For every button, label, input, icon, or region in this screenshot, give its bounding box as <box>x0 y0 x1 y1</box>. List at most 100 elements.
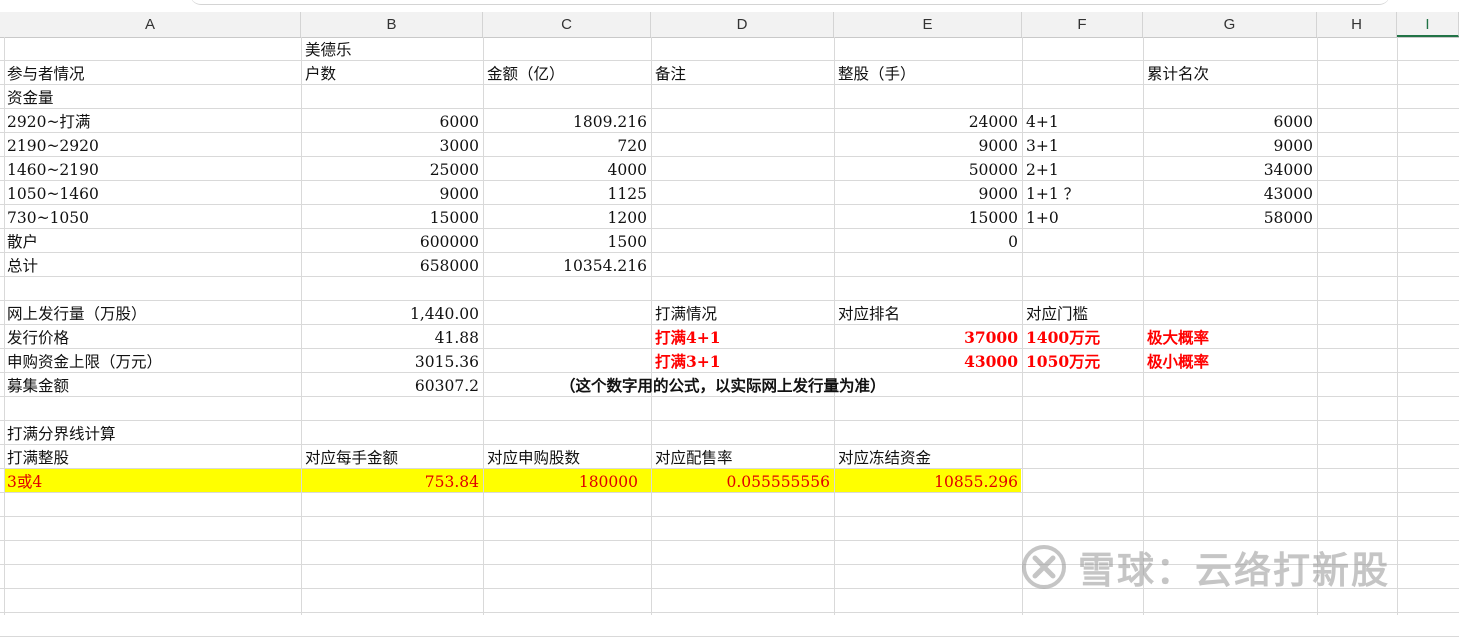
row-divider <box>0 276 1459 277</box>
cell-a19[interactable]: 3或4 <box>7 469 42 493</box>
cell-g6[interactable]: 34000 <box>1143 157 1313 181</box>
xueqiu-logo-icon <box>1022 545 1066 589</box>
cell-a3[interactable]: 资金量 <box>7 85 54 109</box>
cell-a13[interactable]: 发行价格 <box>7 325 69 349</box>
row-divider <box>0 252 1459 253</box>
cell-d12[interactable]: 打满情况 <box>655 301 717 325</box>
cell-c10[interactable]: 10354.216 <box>483 253 647 277</box>
cell-d19[interactable]: 0.055555556 <box>651 469 830 493</box>
cell-e6[interactable]: 50000 <box>834 157 1018 181</box>
cell-e4[interactable]: 24000 <box>834 109 1018 133</box>
cell-b12[interactable]: 1,440.00 <box>301 301 479 325</box>
cell-c4[interactable]: 1809.216 <box>483 109 647 133</box>
cell-c5[interactable]: 720 <box>483 133 647 157</box>
cell-c6[interactable]: 4000 <box>483 157 647 181</box>
cell-e18[interactable]: 对应冻结资金 <box>838 445 931 469</box>
row-divider <box>0 324 1459 325</box>
cell-g2[interactable]: 累计名次 <box>1147 61 1209 85</box>
cell-a10[interactable]: 总计 <box>7 253 38 277</box>
cell-b19[interactable]: 753.84 <box>301 469 479 493</box>
cell-b5[interactable]: 3000 <box>301 133 479 157</box>
cell-f8[interactable]: 1+0 <box>1026 205 1059 229</box>
cell-e9[interactable]: 0 <box>834 229 1018 253</box>
cell-a18[interactable]: 打满整股 <box>7 445 69 469</box>
cell-a8[interactable]: 730~1050 <box>7 205 89 229</box>
cell-b8[interactable]: 15000 <box>301 205 479 229</box>
top-edge <box>0 0 1459 5</box>
cell-e13[interactable]: 37000 <box>834 325 1018 349</box>
spreadsheet-grid[interactable]: 美德乐 参与者情况 户数 金额（亿） 备注 整股（手） 累计名次 资金量 292… <box>0 37 1459 637</box>
cell-e14[interactable]: 43000 <box>834 349 1018 373</box>
row-divider <box>0 300 1459 301</box>
cell-b15[interactable]: 60307.2 <box>301 373 479 397</box>
cell-b7[interactable]: 9000 <box>301 181 479 205</box>
cell-a6[interactable]: 1460~2190 <box>7 157 99 181</box>
cell-e2[interactable]: 整股（手） <box>838 61 916 85</box>
row-divider <box>0 420 1459 421</box>
cell-e7[interactable]: 9000 <box>834 181 1018 205</box>
cell-b14[interactable]: 3015.36 <box>301 349 479 373</box>
cell-d13[interactable]: 打满4+1 <box>655 325 721 349</box>
col-header-d[interactable]: D <box>651 12 834 37</box>
cell-b4[interactable]: 6000 <box>301 109 479 133</box>
col-header-g[interactable]: G <box>1143 12 1317 37</box>
cell-g8[interactable]: 58000 <box>1143 205 1313 229</box>
cell-a12[interactable]: 网上发行量（万股） <box>7 301 147 325</box>
cell-c19[interactable]: 180000 <box>483 469 638 493</box>
watermark: 雪球：云络打新股 <box>1020 542 1390 592</box>
cell-f6[interactable]: 2+1 <box>1026 157 1059 181</box>
cell-c18[interactable]: 对应申购股数 <box>487 445 580 469</box>
cell-f7[interactable]: 1+1 ？ <box>1026 181 1079 205</box>
cell-b9[interactable]: 600000 <box>301 229 479 253</box>
cell-a4[interactable]: 2920~打满 <box>7 109 90 133</box>
cell-a9[interactable]: 散户 <box>7 229 38 253</box>
cell-b18[interactable]: 对应每手金额 <box>305 445 398 469</box>
cell-b1[interactable]: 美德乐 <box>305 37 352 61</box>
cell-b2[interactable]: 户数 <box>305 61 336 85</box>
col-header-b[interactable]: B <box>301 12 483 37</box>
cell-a15[interactable]: 募集金额 <box>7 373 69 397</box>
col-header-a[interactable]: A <box>0 12 301 37</box>
col-header-c[interactable]: C <box>483 12 651 37</box>
cell-g7[interactable]: 43000 <box>1143 181 1313 205</box>
cell-a17[interactable]: 打满分界线计算 <box>7 421 116 445</box>
col-header-i[interactable]: I <box>1397 12 1459 37</box>
row-divider <box>0 348 1459 349</box>
cell-c9[interactable]: 1500 <box>483 229 647 253</box>
cell-e19[interactable]: 10855.296 <box>834 469 1018 493</box>
cell-e12[interactable]: 对应排名 <box>838 301 900 325</box>
cell-g4[interactable]: 6000 <box>1143 109 1313 133</box>
col-header-h[interactable]: H <box>1317 12 1397 37</box>
cell-f13[interactable]: 1400万元 <box>1026 325 1100 349</box>
column-header-bar: A B C D E F G H I <box>0 12 1459 38</box>
cell-b10[interactable]: 658000 <box>301 253 479 277</box>
watermark-text: 雪球：云络打新股 <box>1078 549 1390 592</box>
cell-e5[interactable]: 9000 <box>834 133 1018 157</box>
cell-b13[interactable]: 41.88 <box>301 325 479 349</box>
cell-c7[interactable]: 1125 <box>483 181 647 205</box>
row-divider <box>0 60 1459 61</box>
cell-a2[interactable]: 参与者情况 <box>7 61 85 85</box>
col-header-e[interactable]: E <box>834 12 1022 37</box>
cell-f12[interactable]: 对应门槛 <box>1026 301 1088 325</box>
row-divider <box>0 612 1459 613</box>
cell-f14[interactable]: 1050万元 <box>1026 349 1100 373</box>
cell-f5[interactable]: 3+1 <box>1026 133 1059 157</box>
cell-e8[interactable]: 15000 <box>834 205 1018 229</box>
cell-note[interactable]: （这个数字用的公式，以实际网上发行量为准） <box>560 373 886 397</box>
cell-d18[interactable]: 对应配售率 <box>655 445 733 469</box>
cell-g5[interactable]: 9000 <box>1143 133 1313 157</box>
cell-a5[interactable]: 2190~2920 <box>7 133 99 157</box>
cell-c2[interactable]: 金额（亿） <box>487 61 565 85</box>
cell-g13[interactable]: 极大概率 <box>1147 325 1209 349</box>
cell-a14[interactable]: 申购资金上限（万元） <box>7 349 162 373</box>
col-header-f[interactable]: F <box>1022 12 1143 37</box>
cell-g14[interactable]: 极小概率 <box>1147 349 1209 373</box>
cell-d2[interactable]: 备注 <box>655 61 686 85</box>
cell-c8[interactable]: 1200 <box>483 205 647 229</box>
cell-d14[interactable]: 打满3+1 <box>655 349 721 373</box>
cell-b6[interactable]: 25000 <box>301 157 479 181</box>
cell-f4[interactable]: 4+1 <box>1026 109 1059 133</box>
row-divider <box>0 516 1459 517</box>
cell-a7[interactable]: 1050~1460 <box>7 181 99 205</box>
